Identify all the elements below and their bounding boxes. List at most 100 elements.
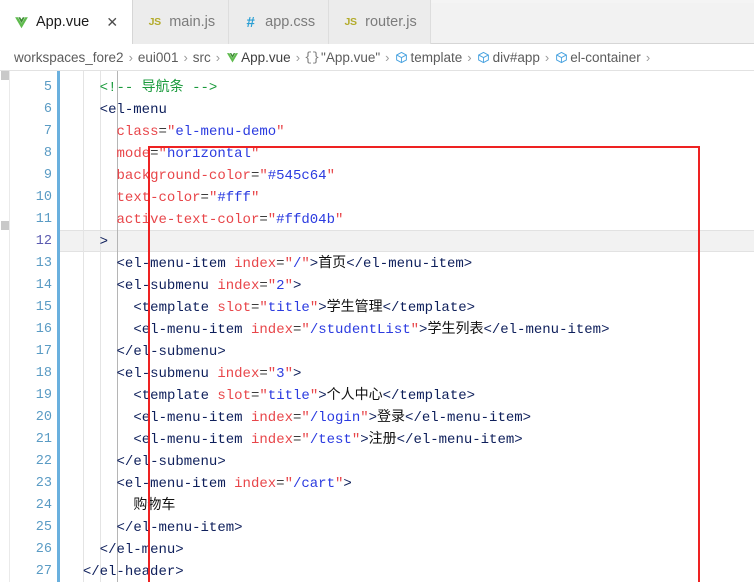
code-token-val: /test [309, 432, 352, 448]
tab-label: app.css [265, 13, 316, 30]
code-token-tag: </el-menu-item> [346, 256, 473, 272]
line-number: 12 [35, 234, 52, 249]
breadcrumb-item-app-vue-symbol[interactable]: {} "App.vue" [304, 50, 380, 65]
breadcrumb-label: eui001 [137, 49, 179, 65]
breadcrumb-item-eui001[interactable]: eui001 [138, 50, 179, 65]
breadcrumb-item-template[interactable]: template [395, 49, 463, 65]
tab-label: App.vue [36, 13, 90, 30]
tab-router-js[interactable]: JS router.js [329, 0, 431, 44]
code-token-quote: " [284, 366, 293, 382]
code-line[interactable]: </el-submenu> [117, 341, 226, 363]
line-number: 6 [43, 102, 52, 117]
code-line[interactable]: <el-menu-item index="/test">注册</el-menu-… [133, 429, 522, 451]
code-line[interactable]: background-color="#545c64" [117, 165, 335, 187]
code-token-tag: > [318, 300, 327, 316]
code-token-attr: index [217, 278, 260, 294]
breadcrumb-label: el-container [570, 49, 641, 65]
code-line[interactable]: </el-menu> [100, 539, 184, 561]
code-line[interactable]: <el-menu-item index="/cart"> [117, 473, 352, 495]
breadcrumb-separator-icon: › [645, 49, 651, 65]
code-line[interactable]: <el-submenu index="2"> [117, 275, 302, 297]
code-token-quote: " [334, 212, 344, 228]
breadcrumb-item-el-container[interactable]: el-container [554, 50, 641, 65]
code-token-val: el-menu-demo [175, 124, 277, 140]
line-number-gutter: 5 6 7 8 9 10 11 12 13 14 15 16 17 18 19 20 21 22 23 24 25 26 2… [10, 71, 58, 582]
code-token-attr: index [250, 322, 293, 338]
code-token-quote: " [276, 124, 285, 140]
code-line[interactable]: <template slot="title">个人中心</template> [133, 385, 475, 407]
breadcrumb-separator-icon: › [295, 49, 301, 65]
line-number: 19 [35, 388, 52, 403]
line-number: 24 [35, 498, 52, 513]
code-token-quote: " [309, 388, 319, 404]
close-icon[interactable]: ✕ [105, 15, 119, 29]
line-number: 22 [35, 454, 52, 469]
code-token-tag: > [292, 278, 302, 294]
code-line[interactable]: mode="horizontal" [117, 143, 260, 165]
line-number: 10 [35, 190, 52, 205]
code-token-attr: text-color [116, 190, 201, 206]
breadcrumb-separator-icon: › [215, 49, 221, 65]
code-line[interactable]: active-text-color="#ffd04b" [117, 209, 344, 231]
code-line[interactable]: </el-submenu> [117, 451, 226, 473]
line-number: 8 [43, 146, 52, 161]
breadcrumb-separator-icon: › [385, 49, 390, 65]
code-line[interactable]: <el-menu-item index="/login">登录</el-menu… [133, 407, 531, 429]
code-token-text: 个人中心 [326, 388, 383, 404]
code-token-quote: " [360, 410, 369, 426]
code-token-val: title [267, 388, 310, 404]
code-token-tag: <template [133, 388, 218, 404]
code-token-attr: index [250, 410, 293, 426]
breadcrumb: workspaces_fore2 › eui001 › src › App.vu… [0, 44, 754, 71]
code-line[interactable]: </el-menu-item> [117, 517, 243, 539]
code-token-quote: " [250, 190, 260, 206]
code-token-val: horizontal [166, 146, 251, 162]
breadcrumb-item-workspaces-fore2[interactable]: workspaces_fore2 [14, 50, 124, 65]
code-token-val: #ffd04b [276, 212, 335, 228]
code-line[interactable]: <el-menu-item index="/studentList">学生列表<… [133, 319, 609, 341]
code-token-quote: " [301, 432, 310, 448]
code-token-val: #545c64 [267, 168, 327, 184]
code-line[interactable]: text-color="#fff" [117, 187, 260, 209]
line-number: 21 [35, 432, 52, 447]
code-token-eq: = [259, 212, 268, 228]
code-line[interactable]: class="el-menu-demo" [117, 121, 285, 143]
code-token-tag: </el-submenu> [116, 454, 226, 470]
code-token-quote: " [284, 256, 293, 272]
code-line[interactable]: <el-submenu index="3"> [117, 363, 302, 385]
line-number: 11 [35, 212, 52, 227]
breadcrumb-separator-icon: › [128, 49, 133, 65]
tab-app-vue[interactable]: App.vue ✕ [0, 0, 134, 44]
breadcrumb-label: template [410, 49, 463, 65]
code-token-val: /cart [292, 476, 335, 492]
code-token-quote: " [158, 146, 167, 162]
code-line[interactable]: <template slot="title">学生管理</template> [133, 297, 475, 319]
code-token-tag: <el-submenu [116, 366, 218, 382]
code-token-attr: slot [217, 300, 251, 316]
code-token-quote: " [267, 366, 277, 382]
code-token-quote: " [284, 278, 293, 294]
breadcrumb-item-app-vue[interactable]: App.vue [225, 50, 291, 65]
code-line[interactable]: 购物车 [133, 495, 175, 517]
code-content[interactable]: <!-- 导航条 --> <el-menu class="el-menu-demo"… [60, 71, 754, 582]
line-number: 18 [35, 366, 52, 381]
tab-main-js[interactable]: JS main.js [133, 0, 230, 44]
code-line[interactable]: <!-- 导航条 --> [100, 77, 218, 99]
code-line[interactable]: <el-menu-item index="/">首页</el-menu-item… [117, 253, 473, 275]
breadcrumb-item-div-app[interactable]: div#app [477, 50, 540, 65]
tab-app-css[interactable]: # app.css [229, 0, 330, 44]
code-editor[interactable]: 5 6 7 8 9 10 11 12 13 14 15 16 17 18 19 20 21 22 23 24 25 26 2… [0, 71, 754, 582]
code-token-tag: </template> [382, 300, 476, 316]
code-line[interactable]: </el-header> [83, 561, 184, 582]
tab-bar-empty-space [430, 0, 754, 43]
code-line[interactable]: > [100, 231, 108, 253]
code-token-tag: </el-menu-item> [396, 432, 523, 448]
code-token-val: /login [309, 410, 361, 426]
code-line[interactable]: <el-menu [100, 99, 167, 121]
line-number: 13 [35, 256, 52, 271]
code-token-tag: > [343, 476, 352, 492]
code-token-tag: > [99, 234, 109, 250]
code-token-attr: index [234, 476, 277, 492]
code-token-quote: " [259, 388, 268, 404]
breadcrumb-item-src[interactable]: src [193, 50, 211, 65]
